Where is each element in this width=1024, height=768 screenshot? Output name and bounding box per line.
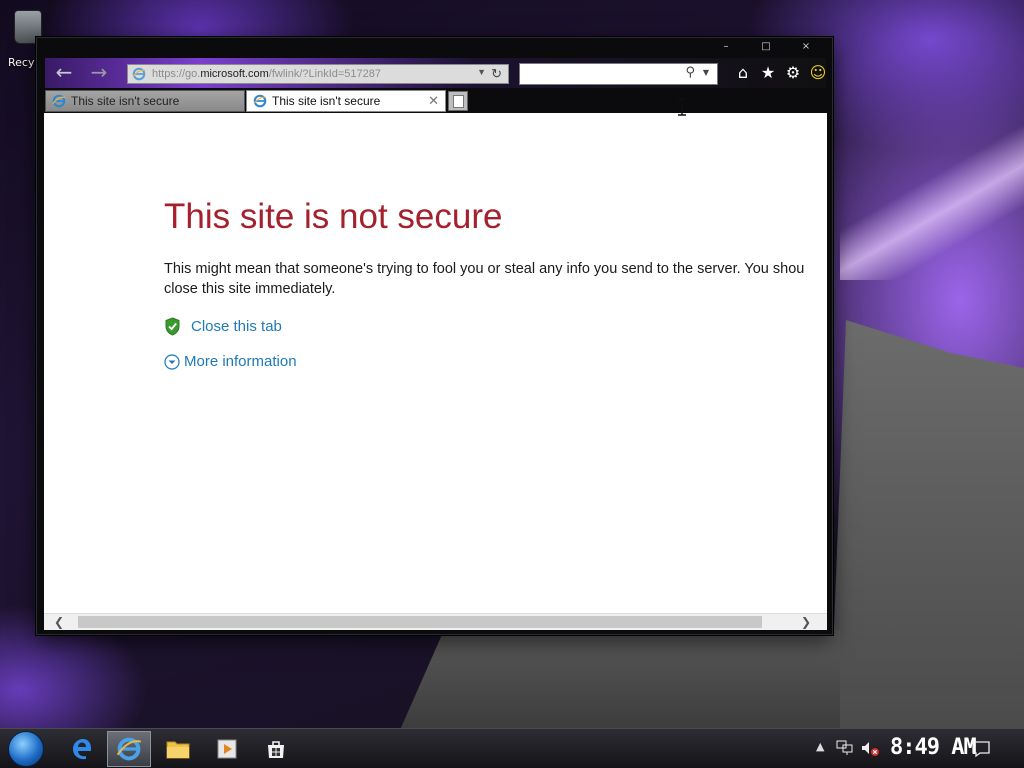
toolbar-icons: ⌂ ★ ⚙ ☺: [734, 63, 827, 83]
description-line-1: This might mean that someone's trying to…: [164, 261, 805, 277]
settings-gear-icon[interactable]: ⚙: [784, 63, 802, 83]
window-controls: – □ ×: [706, 40, 826, 56]
scroll-left-icon[interactable]: ❮: [50, 614, 68, 631]
show-hidden-icons-chevron-icon[interactable]: ▲: [816, 740, 824, 753]
new-tab-button[interactable]: [448, 91, 468, 111]
browser-window: – □ × ← → https://go. microsoft.com/fwlin…: [36, 37, 833, 635]
refresh-icon[interactable]: ↻: [491, 66, 502, 82]
taskbar-clock[interactable]: 8:49 AM: [890, 735, 977, 760]
address-dropdown-icon[interactable]: ▼: [477, 67, 486, 77]
internet-explorer-icon: [116, 737, 142, 761]
ibeam-cursor-icon: [678, 98, 686, 116]
media-player-icon: [217, 739, 237, 759]
taskbar: ▲ 8:49 AM: [0, 728, 1024, 768]
back-arrow-icon[interactable]: ←: [53, 62, 75, 84]
browser-toolbar: ← → https://go. microsoft.com/fwlink/?Lin…: [45, 58, 826, 88]
address-bar[interactable]: https://go. microsoft.com/fwlink/?LinkId=…: [127, 64, 509, 84]
ie-tab-icon: [52, 94, 66, 108]
search-dropdown-icon[interactable]: ▼: [703, 68, 709, 77]
scroll-right-icon[interactable]: ❯: [797, 614, 815, 631]
page-content: This site is not secure This might mean …: [44, 113, 827, 613]
close-window-button[interactable]: ×: [786, 40, 826, 56]
url-domain: microsoft.com: [200, 68, 269, 80]
file-explorer-taskbar-button[interactable]: [156, 731, 200, 767]
close-this-tab-link[interactable]: Close this tab: [164, 317, 282, 336]
media-player-taskbar-button[interactable]: [205, 731, 249, 767]
url-prefix: https://go.: [152, 68, 201, 80]
close-tab-icon[interactable]: ✕: [428, 93, 439, 109]
page-description: This might mean that someone's trying to…: [164, 259, 827, 299]
network-icon[interactable]: [836, 740, 854, 756]
description-line-2: close this site immediately.: [164, 281, 336, 297]
home-icon[interactable]: ⌂: [734, 63, 752, 83]
tab-title: This site isn't secure: [272, 94, 381, 108]
ie-tab-icon: [253, 94, 267, 108]
more-information-label: More information: [184, 353, 297, 370]
expand-chevron-icon: [164, 353, 180, 370]
store-taskbar-button[interactable]: [254, 731, 298, 767]
tab-inactive[interactable]: This site isn't secure: [45, 90, 245, 112]
close-this-tab-label: Close this tab: [191, 318, 282, 335]
maximize-button[interactable]: □: [746, 40, 786, 56]
feedback-smiley-icon[interactable]: ☺: [809, 63, 827, 83]
volume-muted-icon[interactable]: [860, 740, 880, 758]
store-icon: [268, 741, 284, 758]
edge-taskbar-button[interactable]: [60, 731, 104, 767]
wallpaper-figure-lower: [400, 630, 840, 730]
more-information-link[interactable]: More information: [164, 353, 297, 370]
scrollbar-thumb[interactable]: [78, 616, 762, 628]
minimize-button[interactable]: –: [706, 40, 746, 56]
shield-check-icon: [165, 317, 180, 336]
ie-page-icon: [132, 67, 146, 81]
action-center-icon[interactable]: [972, 740, 990, 758]
favorites-star-icon[interactable]: ★: [759, 63, 777, 83]
search-box[interactable]: ⚲ ▼: [519, 63, 718, 85]
page-title: This site is not secure: [164, 197, 503, 236]
url-suffix: /fwlink/?LinkId=517287: [268, 68, 381, 80]
wallpaper-light-beam: [840, 120, 1024, 280]
tab-title: This site isn't secure: [71, 94, 180, 108]
search-icon[interactable]: ⚲: [685, 65, 695, 80]
file-explorer-icon: [166, 741, 190, 759]
internet-explorer-taskbar-button[interactable]: [107, 731, 151, 767]
forward-arrow-icon[interactable]: →: [88, 62, 110, 84]
edge-icon: [73, 739, 91, 760]
tab-strip: This site isn't secure This site isn't s…: [45, 90, 826, 112]
search-input[interactable]: [525, 66, 675, 84]
start-button[interactable]: [8, 731, 44, 767]
wallpaper-figure: [830, 320, 1024, 730]
horizontal-scrollbar[interactable]: ❮ ❯: [44, 613, 827, 630]
tab-active[interactable]: This site isn't secure ✕: [246, 90, 446, 112]
